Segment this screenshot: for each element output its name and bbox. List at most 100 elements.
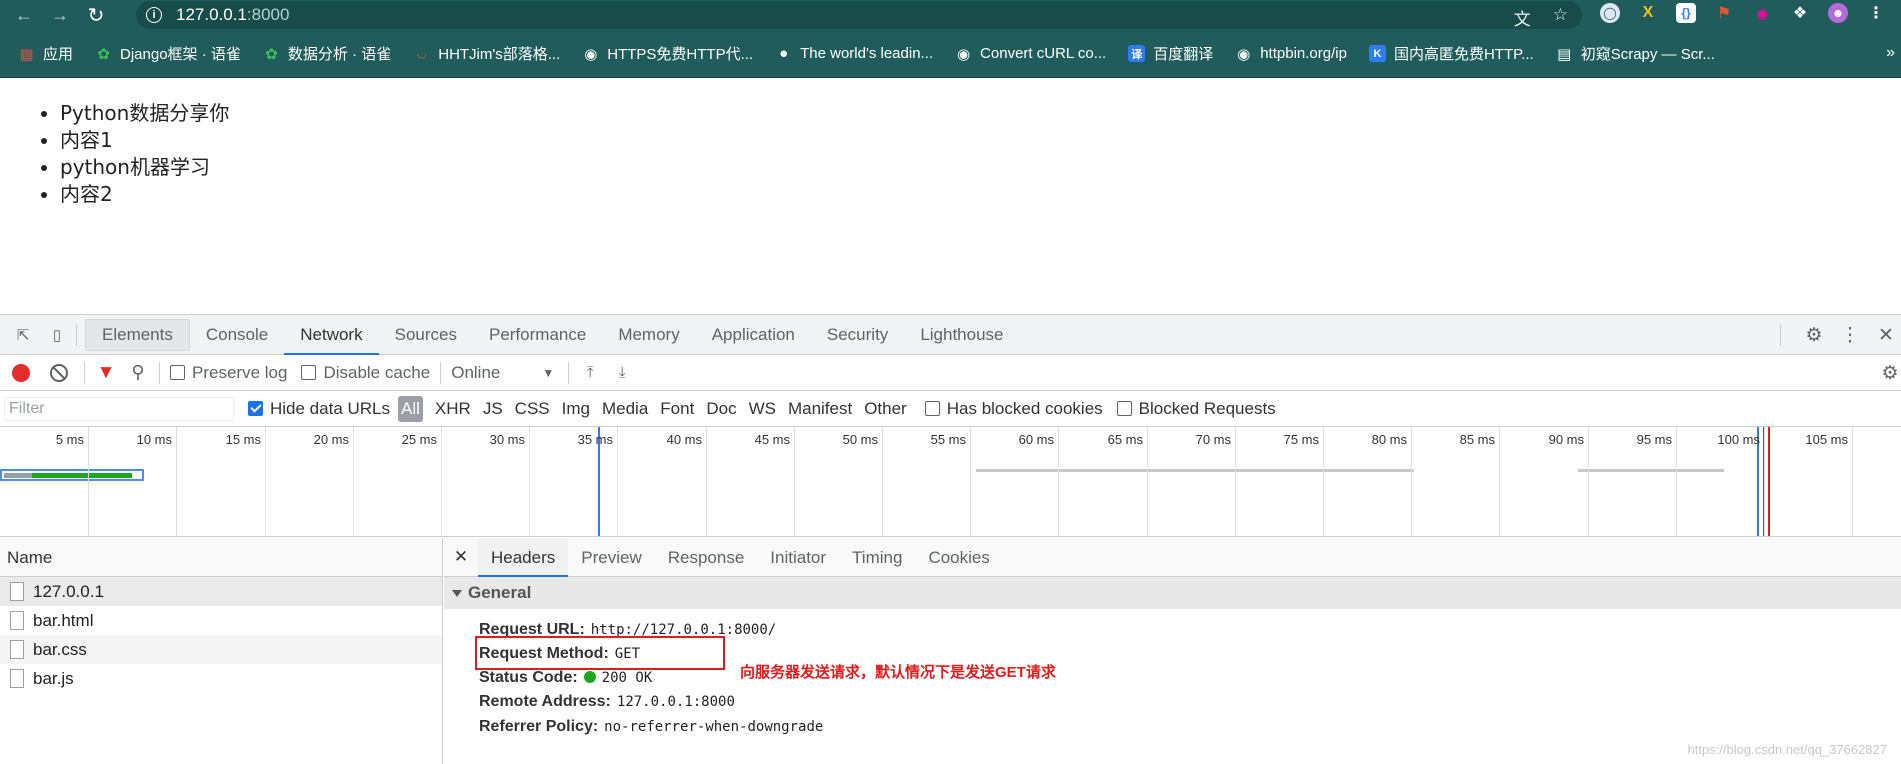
type-filter-media[interactable]: Media [602,399,648,419]
reload-icon[interactable]: ↻ [82,1,110,29]
bookmark-baidu-translate[interactable]: 译百度翻译 [1128,43,1213,64]
close-devtools-icon[interactable]: ✕ [1875,324,1897,346]
search-icon[interactable]: ⚲ [127,362,149,384]
general-section-header[interactable]: General [444,577,1901,609]
divider [1780,324,1781,346]
bookmark-scrapy[interactable]: ▤ 初窥Scrapy — Scr... [1556,43,1715,64]
has-blocked-cookies-label: Has blocked cookies [946,398,1103,418]
baidu-translate-icon: 译 [1128,45,1146,62]
bookmark-apps[interactable]: ▦ 应用 [18,43,73,64]
tab-lighthouse[interactable]: Lighthouse [904,315,1019,355]
tab-timing[interactable]: Timing [839,538,915,577]
request-row[interactable]: 127.0.0.1 [0,577,442,606]
type-filter-xhr[interactable]: XHR [435,399,471,419]
more-options-icon[interactable]: ⋮ [1839,324,1861,346]
type-filter-js[interactable]: JS [483,399,503,419]
extension-x-icon[interactable]: X [1638,3,1658,23]
disable-cache-checkbox[interactable] [301,365,317,380]
timeline-tick-label: 90 ms [1548,432,1584,447]
filter-input[interactable]: Filter [4,396,234,421]
network-toolbar: ▼ ⚲ Preserve log Disable cache Online ▼ … [0,355,1901,391]
inspect-element-icon[interactable]: ⇱ [12,324,34,346]
type-filter-css[interactable]: CSS [515,399,550,419]
back-arrow-icon[interactable]: ← [10,1,38,29]
bookmark-label: httpbin.org/ip [1260,45,1347,62]
bookmark-github[interactable]: ● The world's leadin... [775,45,933,62]
watermark: https://blog.csdn.net/qq_37662827 [1687,742,1888,757]
request-details: ✕ Headers Preview Response Initiator Tim… [444,537,1901,764]
type-filter-manifest[interactable]: Manifest [788,399,852,419]
kuaidaili-icon: K [1368,45,1386,62]
star-icon[interactable]: ☆ [1553,5,1568,30]
record-icon[interactable] [12,363,30,382]
close-details-icon[interactable]: ✕ [444,547,478,567]
hide-data-urls-label: Hide data URLs [270,398,391,418]
tab-memory[interactable]: Memory [602,315,695,355]
timeline-gridline [1852,427,1853,536]
timeline-gridline [970,427,971,536]
filter-funnel-icon[interactable]: ▼ [95,362,117,384]
import-har-icon[interactable]: ⤒ [579,362,601,384]
bookmark-hhtjim[interactable]: ◡ HHTJim's部落格... [413,43,561,64]
timeline-gridline [794,427,795,536]
device-toolbar-icon[interactable]: ▯ [46,324,68,346]
tab-initiator[interactable]: Initiator [757,538,839,577]
bookmark-django[interactable]: ✿ Django框架 · 语雀 [95,43,241,64]
tab-headers[interactable]: Headers [478,537,569,577]
type-filter-all[interactable]: All [398,395,423,422]
request-row[interactable]: bar.js [0,664,442,693]
name-column-header[interactable]: Name [0,538,442,577]
profile-avatar-icon[interactable]: ☻ [1828,3,1848,23]
settings-gear-icon[interactable]: ⚙ [1803,324,1825,346]
timeline-tick-label: 35 ms [577,432,613,447]
tab-sources[interactable]: Sources [379,315,473,355]
forward-arrow-icon[interactable]: → [46,1,74,29]
tab-elements[interactable]: Elements [85,318,190,351]
bookmark-data-analysis[interactable]: ✿ 数据分析 · 语雀 [263,43,391,64]
tab-response[interactable]: Response [655,538,758,577]
tab-network[interactable]: Network [284,315,379,355]
has-blocked-cookies-checkbox[interactable] [924,401,940,416]
preserve-log-checkbox[interactable] [170,365,185,380]
hide-data-urls-checkbox[interactable] [248,401,263,416]
bookmark-httpbin[interactable]: ◉ httpbin.org/ip [1235,45,1347,63]
address-bar[interactable]: i 127.0.0.1:8000 文 ☆ [136,1,1582,29]
translate-icon[interactable]: 文 [1514,5,1531,30]
site-info-icon[interactable]: i [146,7,162,23]
throttling-select[interactable]: Online [451,363,500,383]
blocked-requests-checkbox[interactable] [1116,401,1132,416]
document-icon: ▤ [1557,45,1572,63]
chevron-down-icon[interactable]: ▼ [542,366,554,380]
bookmark-curl[interactable]: ◉ Convert cURL co... [955,45,1106,63]
timeline-tick-label: 95 ms [1636,432,1672,447]
browser-menu-icon[interactable]: ⋮ [1866,3,1886,23]
bookmark-https-proxy[interactable]: ◉ HTTPS免费HTTP代... [582,43,753,64]
tab-application[interactable]: Application [696,315,811,355]
timeline-range-bar [976,469,1414,472]
network-timeline-overview[interactable]: 5 ms 10 ms 15 ms 20 ms 25 ms 30 ms 35 ms 40 ms 4… [0,427,1901,537]
clear-icon[interactable] [50,363,68,382]
tab-preview[interactable]: Preview [568,538,654,577]
export-har-icon[interactable]: ⤓ [611,362,633,384]
extension-json-icon[interactable]: {} [1676,3,1696,23]
type-filter-other[interactable]: Other [864,399,907,419]
network-settings-gear-icon[interactable]: ⚙ [1879,362,1901,384]
timeline-gridline [706,427,707,536]
extension-glasses-icon[interactable]: ◉ [1752,3,1772,23]
extension-flag-icon[interactable]: ⚑ [1714,3,1734,23]
bookmark-kuaidaili[interactable]: K 国内高匿免费HTTP... [1368,43,1534,64]
request-row[interactable]: bar.html [0,606,442,635]
bookmarks-overflow-icon[interactable]: » [1886,44,1895,62]
tab-performance[interactable]: Performance [473,315,602,355]
tab-console[interactable]: Console [190,315,284,355]
github-icon: ● [779,45,789,62]
extension-circle-icon[interactable]: ◯ [1600,3,1620,23]
tab-cookies[interactable]: Cookies [915,538,1002,577]
type-filter-doc[interactable]: Doc [706,399,736,419]
tab-security[interactable]: Security [811,315,904,355]
type-filter-ws[interactable]: WS [749,399,776,419]
request-row[interactable]: bar.css [0,635,442,664]
type-filter-font[interactable]: Font [660,399,694,419]
puzzle-extensions-icon[interactable]: ❖ [1790,3,1810,23]
type-filter-img[interactable]: Img [562,399,590,419]
